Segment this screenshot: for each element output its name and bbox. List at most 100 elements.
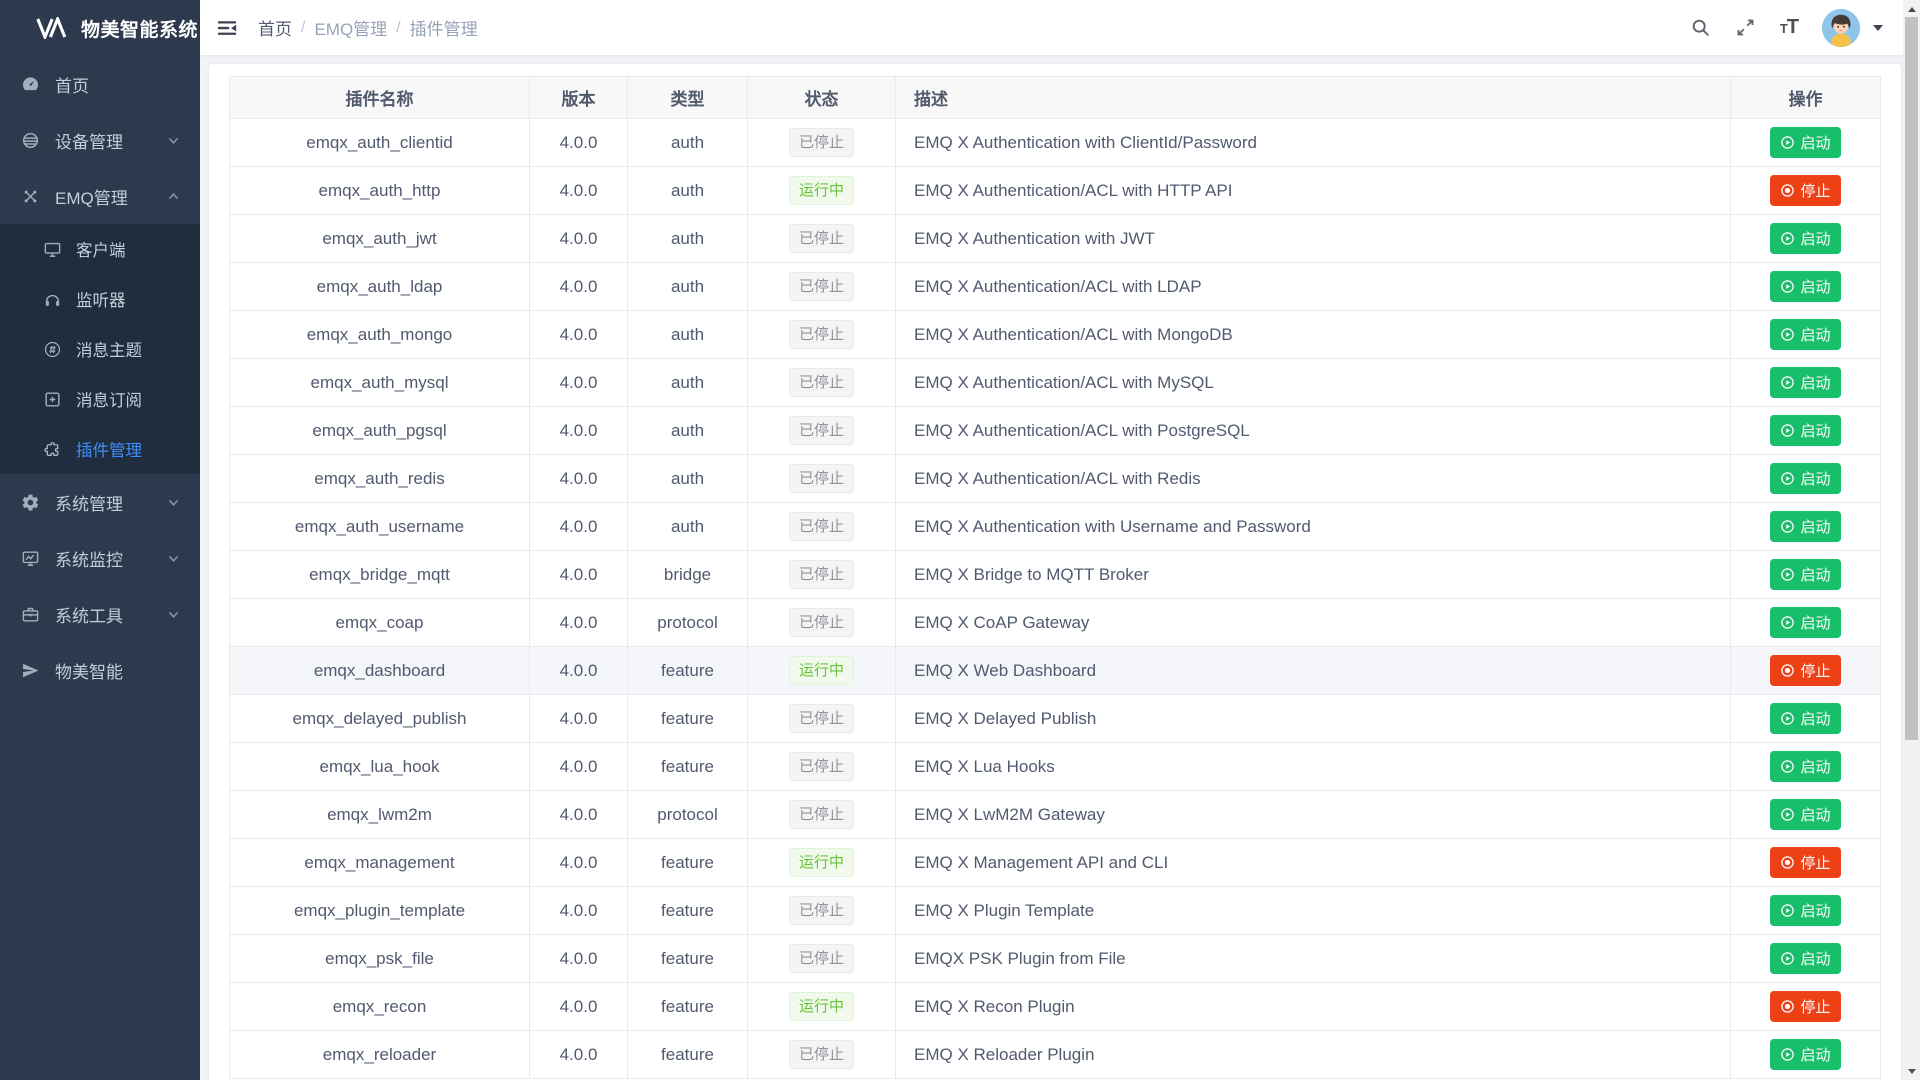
- play-circle-icon: [1780, 231, 1795, 246]
- plugin-name: emqx_auth_http: [230, 167, 530, 215]
- play-circle-icon: [1780, 279, 1795, 294]
- chevron-down-icon: [1873, 25, 1883, 36]
- button-label: 启动: [1800, 276, 1830, 297]
- plugin-type: auth: [628, 215, 748, 263]
- button-label: 停止: [1800, 996, 1830, 1017]
- search-icon[interactable]: [1690, 17, 1711, 38]
- plugin-action-cell: 启动: [1731, 791, 1881, 839]
- sidebar-item-label: 系统管理: [55, 490, 123, 515]
- plugin-version: 4.0.0: [530, 695, 628, 743]
- plugin-action-cell: 停止: [1731, 167, 1881, 215]
- sidebar-item-wumei[interactable]: 物美智能: [0, 642, 200, 698]
- stop-button[interactable]: 停止: [1770, 991, 1840, 1022]
- plugin-description: EMQ X LwM2M Gateway: [896, 791, 1731, 839]
- plugin-type: auth: [628, 359, 748, 407]
- status-badge: 已停止: [789, 560, 854, 589]
- breadcrumb-item[interactable]: EMQ管理: [314, 15, 387, 40]
- plugins-card: 插件名称版本类型状态描述操作 emqx_auth_clientid4.0.0au…: [208, 63, 1902, 1080]
- plugin-status-cell: 已停止: [748, 119, 896, 167]
- table-row: emqx_auth_username4.0.0auth已停止EMQ X Auth…: [230, 503, 1881, 551]
- start-button[interactable]: 启动: [1770, 559, 1840, 590]
- chevron-down-icon: [167, 496, 180, 509]
- app-window: 物美智能系统 首页设备管理EMQ管理客户端监听器消息主题消息订阅插件管理系统管理…: [0, 0, 1920, 1080]
- button-label: 启动: [1800, 228, 1830, 249]
- stop-circle-icon: [1780, 999, 1795, 1014]
- plugin-name: emqx_bridge_mqtt: [230, 551, 530, 599]
- start-button[interactable]: 启动: [1770, 895, 1840, 926]
- sidebar-item-plugin[interactable]: 插件管理: [0, 424, 200, 474]
- table-row: emqx_dashboard4.0.0feature运行中EMQ X Web D…: [230, 647, 1881, 695]
- sidebar-item-topic[interactable]: 消息主题: [0, 324, 200, 374]
- column-header: 描述: [896, 77, 1731, 119]
- plugin-icon: [42, 439, 62, 459]
- scrollbar-up-arrow[interactable]: [1903, 0, 1920, 17]
- breadcrumb-item[interactable]: 首页: [258, 15, 292, 40]
- plugin-description: EMQ X Recon Plugin: [896, 983, 1731, 1031]
- status-badge: 已停止: [789, 224, 854, 253]
- button-label: 启动: [1800, 708, 1830, 729]
- button-label: 启动: [1800, 948, 1830, 969]
- button-label: 停止: [1800, 852, 1830, 873]
- plugin-version: 4.0.0: [530, 263, 628, 311]
- start-button[interactable]: 启动: [1770, 319, 1840, 350]
- scrollbar-down-arrow[interactable]: [1903, 1063, 1920, 1080]
- start-button[interactable]: 启动: [1770, 271, 1840, 302]
- table-row: emqx_auth_mongo4.0.0auth已停止EMQ X Authent…: [230, 311, 1881, 359]
- main-area: 首页/EMQ管理/插件管理 TT: [200, 0, 1920, 1080]
- start-button[interactable]: 启动: [1770, 367, 1840, 398]
- plugin-name: emqx_recon: [230, 983, 530, 1031]
- user-menu[interactable]: [1822, 9, 1883, 47]
- sidebar-item-emq[interactable]: EMQ管理: [0, 168, 200, 224]
- button-label: 启动: [1800, 324, 1830, 345]
- plugin-description: EMQ X Authentication with Username and P…: [896, 503, 1731, 551]
- start-button[interactable]: 启动: [1770, 607, 1840, 638]
- fontsize-icon[interactable]: TT: [1780, 16, 1798, 39]
- stop-circle-icon: [1780, 183, 1795, 198]
- sidebar-item-home[interactable]: 首页: [0, 56, 200, 112]
- plugin-status-cell: 已停止: [748, 695, 896, 743]
- stop-button[interactable]: 停止: [1770, 847, 1840, 878]
- start-button[interactable]: 启动: [1770, 223, 1840, 254]
- chevron-down-icon: [167, 134, 180, 147]
- stop-button[interactable]: 停止: [1770, 655, 1840, 686]
- sidebar-item-device[interactable]: 设备管理: [0, 112, 200, 168]
- plugin-status-cell: 运行中: [748, 647, 896, 695]
- start-button[interactable]: 启动: [1770, 463, 1840, 494]
- fullscreen-icon[interactable]: [1735, 17, 1756, 38]
- plugin-name: emqx_plugin_template: [230, 887, 530, 935]
- plugin-description: EMQ X Lua Hooks: [896, 743, 1731, 791]
- start-button[interactable]: 启动: [1770, 127, 1840, 158]
- listener-icon: [42, 289, 62, 309]
- app-logo: 物美智能系统: [0, 0, 200, 56]
- button-label: 启动: [1800, 372, 1830, 393]
- paper-plane-icon: [20, 660, 40, 680]
- start-button[interactable]: 启动: [1770, 703, 1840, 734]
- plugin-action-cell: 启动: [1731, 599, 1881, 647]
- start-button[interactable]: 启动: [1770, 511, 1840, 542]
- status-badge: 运行中: [789, 848, 854, 877]
- sidebar-item-system[interactable]: 系统管理: [0, 474, 200, 530]
- scrollbar[interactable]: [1903, 0, 1920, 1080]
- topbar-tools: TT: [1690, 9, 1883, 47]
- start-button[interactable]: 启动: [1770, 415, 1840, 446]
- table-row: emqx_auth_ldap4.0.0auth已停止EMQ X Authenti…: [230, 263, 1881, 311]
- hamburger-icon[interactable]: [216, 16, 240, 40]
- button-label: 启动: [1800, 468, 1830, 489]
- start-button[interactable]: 启动: [1770, 799, 1840, 830]
- start-button[interactable]: 启动: [1770, 943, 1840, 974]
- start-button[interactable]: 启动: [1770, 751, 1840, 782]
- scrollbar-thumb[interactable]: [1905, 17, 1918, 740]
- button-label: 启动: [1800, 612, 1830, 633]
- avatar[interactable]: [1822, 9, 1860, 47]
- sidebar-item-monitor[interactable]: 系统监控: [0, 530, 200, 586]
- stop-button[interactable]: 停止: [1770, 175, 1840, 206]
- sidebar-item-client[interactable]: 客户端: [0, 224, 200, 274]
- sidebar-item-listener[interactable]: 监听器: [0, 274, 200, 324]
- plugin-action-cell: 启动: [1731, 311, 1881, 359]
- plugin-action-cell: 启动: [1731, 215, 1881, 263]
- start-button[interactable]: 启动: [1770, 1039, 1840, 1070]
- table-row: emqx_lwm2m4.0.0protocol已停止EMQ X LwM2M Ga…: [230, 791, 1881, 839]
- plugin-version: 4.0.0: [530, 743, 628, 791]
- sidebar-item-subscribe[interactable]: 消息订阅: [0, 374, 200, 424]
- sidebar-item-tools[interactable]: 系统工具: [0, 586, 200, 642]
